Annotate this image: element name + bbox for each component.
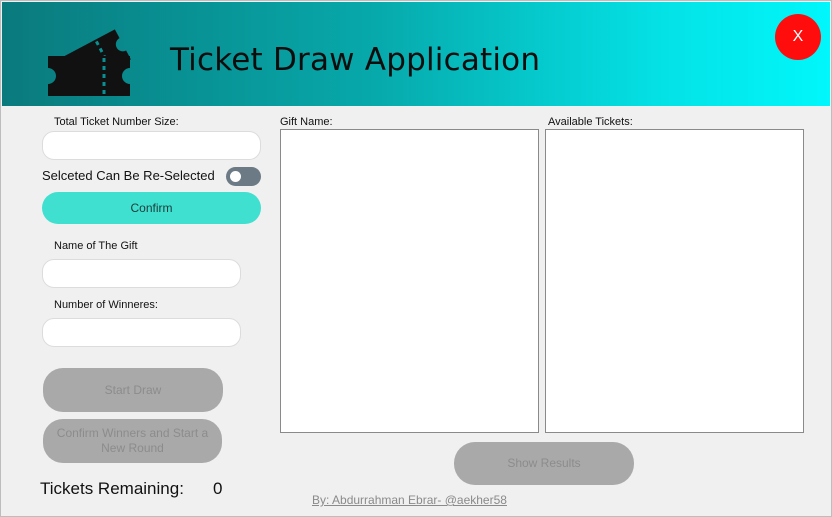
gift-name-header: Gift Name: xyxy=(280,116,333,128)
close-button[interactable]: X xyxy=(775,14,821,60)
available-tickets-header: Available Tickets: xyxy=(548,116,633,128)
gift-name-input[interactable] xyxy=(42,259,241,288)
winners-label: Number of Winneres: xyxy=(54,299,158,311)
available-tickets-list[interactable] xyxy=(545,129,804,433)
gift-name-list[interactable] xyxy=(280,129,539,433)
confirm-button[interactable]: Confirm xyxy=(42,192,261,224)
gift-name-label: Name of The Gift xyxy=(54,240,138,252)
winners-input[interactable] xyxy=(42,318,241,347)
toggle-knob xyxy=(230,171,241,182)
total-ticket-input[interactable] xyxy=(42,131,261,160)
total-ticket-label: Total Ticket Number Size: xyxy=(54,116,179,128)
show-results-button[interactable]: Show Results xyxy=(454,442,634,485)
tickets-remaining-value: 0 xyxy=(213,479,223,498)
header-bar: Ticket Draw Application X xyxy=(2,2,830,106)
tickets-remaining-label: Tickets Remaining: xyxy=(40,479,184,498)
confirm-winners-button[interactable]: Confirm Winners and Start a New Round xyxy=(43,419,222,463)
app-title: Ticket Draw Application xyxy=(170,42,541,78)
author-credit-link[interactable]: By: Abdurrahman Ebrar- @aekher58 xyxy=(312,493,507,507)
reselect-toggle[interactable] xyxy=(226,167,261,186)
reselect-label: Selceted Can Be Re-Selected xyxy=(42,168,215,183)
app-window: Ticket Draw Application X Total Ticket N… xyxy=(0,0,832,517)
start-draw-button[interactable]: Start Draw xyxy=(43,368,223,412)
ticket-icon xyxy=(48,29,131,96)
